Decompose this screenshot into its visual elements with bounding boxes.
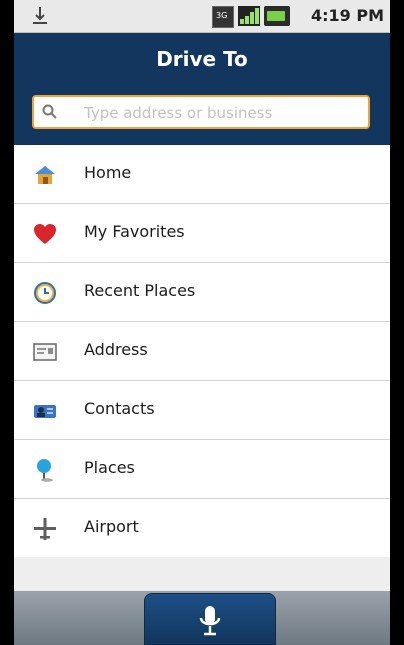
signal-icon [238, 6, 260, 26]
list-empty-area [14, 557, 390, 591]
list-item-label: Address [84, 340, 148, 359]
list-item-label: Contacts [84, 399, 155, 418]
list-item-label: Places [84, 458, 135, 477]
bottom-bar [14, 591, 390, 645]
clock-icon [34, 282, 56, 304]
page-title: Drive To [156, 47, 248, 71]
heart-icon [34, 224, 56, 244]
status-time: 4:19 PM [310, 6, 384, 25]
destination-list: Home My Favorites Recent Places Address … [14, 145, 390, 558]
list-item-label: Recent Places [84, 281, 196, 300]
airplane-icon [34, 518, 56, 540]
list-item-places[interactable]: Places [14, 440, 390, 499]
list-item-my-favorites[interactable]: My Favorites [14, 204, 390, 263]
status-bar: 4:19 PM [14, 0, 390, 33]
search-input[interactable] [82, 101, 366, 125]
header: Drive To [14, 33, 390, 146]
usb-icon [33, 7, 47, 24]
status-icons [212, 6, 290, 28]
search-box[interactable] [32, 95, 370, 129]
list-item-address[interactable]: Address [14, 322, 390, 381]
pin-icon [37, 459, 53, 482]
list-item-label: Home [84, 163, 132, 182]
list-item-label: Airport [84, 517, 139, 536]
microphone-icon [199, 606, 221, 636]
list-item-airport[interactable]: Airport [14, 499, 390, 558]
battery-icon [264, 6, 290, 26]
search-icon [42, 104, 57, 119]
3g-icon [212, 6, 234, 28]
address-card-icon [33, 343, 57, 361]
contacts-icon [34, 405, 56, 418]
list-item-contacts[interactable]: Contacts [14, 381, 390, 440]
phone-screen: 4:19 PM Drive To Home My Favorites [14, 0, 390, 645]
list-item-label: My Favorites [84, 222, 185, 241]
home-icon [35, 166, 55, 184]
list-item-home[interactable]: Home [14, 145, 390, 204]
list-item-recent-places[interactable]: Recent Places [14, 263, 390, 322]
voice-search-button[interactable] [144, 593, 276, 645]
